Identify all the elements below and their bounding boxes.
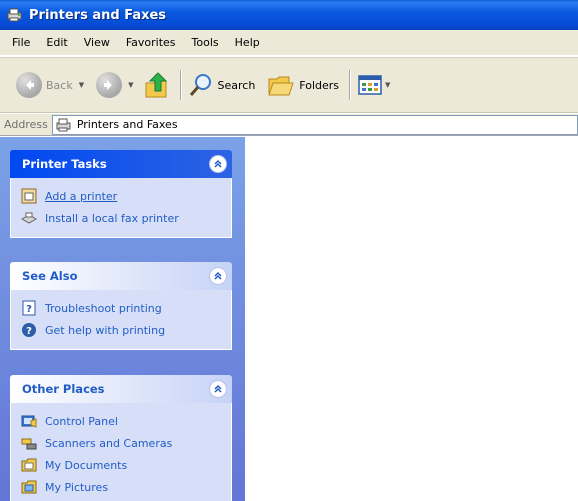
toolbar-separator [349,70,352,100]
see-also-body: ? Troubleshoot printing ? Get help with … [10,290,232,350]
printer-tasks-header[interactable]: Printer Tasks [10,150,232,178]
my-documents-link[interactable]: My Documents [45,459,127,472]
my-pictures-icon [21,480,37,494]
title-bar[interactable]: Printers and Faxes [0,0,578,30]
get-help-link[interactable]: Get help with printing [45,324,165,337]
address-label: Address [4,118,48,131]
add-printer-task[interactable]: Add a printer [21,185,221,207]
scanner-camera-icon [21,438,37,450]
forward-dropdown-icon[interactable]: ▼ [128,81,133,89]
views-button[interactable]: ▼ [357,67,390,103]
svg-text:?: ? [26,326,32,337]
back-button[interactable]: Back ▼ [16,67,84,103]
control-panel-task[interactable]: Control Panel [21,410,221,432]
folders-button[interactable]: Folders [267,67,339,103]
install-fax-link[interactable]: Install a local fax printer [45,212,179,225]
my-pictures-link[interactable]: My Pictures [45,481,108,494]
folders-label: Folders [299,78,340,92]
search-button[interactable]: Search [188,67,256,103]
back-arrow-icon [16,72,42,98]
printer-tasks-title: Printer Tasks [22,157,107,171]
forward-arrow-icon [96,72,123,98]
menu-favorites[interactable]: Favorites [118,36,184,49]
see-also-header[interactable]: See Also [10,262,232,290]
get-help-task[interactable]: ? Get help with printing [21,319,221,341]
my-pictures-task[interactable]: My Pictures [21,476,221,498]
task-pane: Printer Tasks Add a printer Install a lo… [0,137,245,501]
control-panel-link[interactable]: Control Panel [45,415,118,428]
see-also-title: See Also [22,269,78,283]
back-label: Back [46,78,73,92]
collapse-icon[interactable] [209,155,227,173]
printer-tasks-body: Add a printer Install a local fax printe… [10,178,232,238]
add-printer-link[interactable]: Add a printer [45,190,117,203]
address-value: Printers and Faxes [76,118,178,131]
scanners-cameras-task[interactable]: Scanners and Cameras [21,432,221,454]
search-label: Search [217,78,256,92]
printer-fax-icon [56,118,71,131]
search-icon [189,74,211,96]
printer-fax-icon [7,8,22,22]
scanners-cameras-link[interactable]: Scanners and Cameras [45,437,172,450]
folders-icon [268,76,294,96]
back-dropdown-icon[interactable]: ▼ [79,81,84,89]
forward-button[interactable]: ▼ [96,67,134,103]
my-documents-icon [21,458,37,472]
troubleshoot-link[interactable]: Troubleshoot printing [45,302,162,315]
address-input[interactable]: Printers and Faxes [51,114,578,135]
collapse-icon[interactable] [209,380,227,398]
address-bar: Address Printers and Faxes [0,114,578,136]
fax-printer-icon [21,212,37,224]
window-title: Printers and Faxes [29,7,167,23]
menu-tools[interactable]: Tools [184,36,227,49]
install-fax-task[interactable]: Install a local fax printer [21,207,221,229]
other-places-body: Control Panel Scanners and Cameras My Do… [10,403,232,501]
toolbar-separator [179,70,182,100]
menu-help[interactable]: Help [227,36,268,49]
control-panel-icon [21,415,37,428]
collapse-icon[interactable] [209,267,227,285]
add-printer-icon [21,188,37,204]
views-icon [358,75,382,95]
up-folder-icon [145,72,167,98]
up-folder-button[interactable] [144,67,170,103]
my-documents-task[interactable]: My Documents [21,454,221,476]
printer-tasks-panel: Printer Tasks Add a printer Install a lo… [10,150,232,238]
toolbar: Back ▼ ▼ Search Folders ▼ [0,57,578,113]
menu-edit[interactable]: Edit [38,36,75,49]
svg-text:?: ? [26,304,32,315]
help-book-icon: ? [22,300,36,316]
help-circle-icon: ? [22,323,36,337]
other-places-title: Other Places [22,382,105,396]
folder-content-area[interactable] [245,137,578,501]
troubleshoot-task[interactable]: ? Troubleshoot printing [21,297,221,319]
other-places-header[interactable]: Other Places [10,375,232,403]
views-dropdown-icon[interactable]: ▼ [385,81,390,89]
menu-file[interactable]: File [4,36,38,49]
other-places-panel: Other Places Control Panel Scanners and [10,375,232,501]
menu-view[interactable]: View [76,36,118,49]
menu-bar: File Edit View Favorites Tools Help [0,30,578,56]
see-also-panel: See Also ? Troubleshoot printing ? Get h… [10,262,232,350]
